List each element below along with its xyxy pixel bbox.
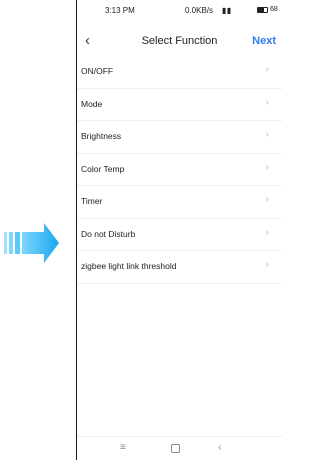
network-speed: 0.0KB/s [185, 6, 214, 15]
chevron-right-icon: › [265, 161, 269, 173]
battery-percent: 68 [270, 6, 278, 13]
menu-icon[interactable]: ≡ [120, 442, 126, 453]
function-item-zigbee-threshold[interactable]: zigbee light link threshold › [77, 251, 282, 284]
function-label: Do not Disturb [81, 228, 136, 239]
chevron-right-icon: › [265, 226, 269, 238]
function-label: ON/OFF [81, 66, 114, 76]
function-item-timer[interactable]: Timer › [77, 186, 282, 219]
battery-icon [257, 7, 268, 13]
phone-screen: 3:13 PM 0.0KB/s ▮▮ 68 ‹ Select Function … [76, 0, 282, 461]
function-list: ON/OFF › Mode › Brightness › Color Temp … [77, 56, 282, 284]
function-label: Timer [81, 196, 103, 206]
nav-back-icon[interactable]: ‹ [218, 442, 221, 453]
function-label: Brightness [81, 131, 122, 141]
arrow-right-icon [4, 223, 59, 263]
status-time: 3:13 PM [105, 6, 135, 15]
function-item-color-temp[interactable]: Color Temp › [77, 154, 282, 186]
next-button[interactable]: Next [252, 35, 276, 47]
chevron-right-icon: › [265, 259, 269, 270]
chevron-right-icon: › [265, 194, 269, 205]
function-item-brightness[interactable]: Brightness › [77, 121, 282, 154]
function-item-mode[interactable]: Mode › [77, 89, 282, 121]
function-item-on-off[interactable]: ON/OFF › [77, 56, 282, 89]
home-icon[interactable] [171, 444, 180, 453]
app-header: ‹ Select Function Next [77, 30, 282, 56]
system-nav-bar: ≡ ‹ [77, 436, 282, 461]
function-label: Color Temp [81, 163, 125, 174]
function-label: zigbee light link threshold [81, 261, 177, 271]
chevron-right-icon: › [265, 64, 269, 75]
status-bar: 3:13 PM 0.0KB/s ▮▮ 68 [77, 0, 282, 22]
function-label: Mode [81, 98, 103, 109]
signal-icon: ▮▮ [222, 6, 232, 15]
chevron-right-icon: › [265, 96, 269, 108]
chevron-right-icon: › [265, 129, 269, 140]
function-item-do-not-disturb[interactable]: Do not Disturb › [77, 219, 282, 251]
